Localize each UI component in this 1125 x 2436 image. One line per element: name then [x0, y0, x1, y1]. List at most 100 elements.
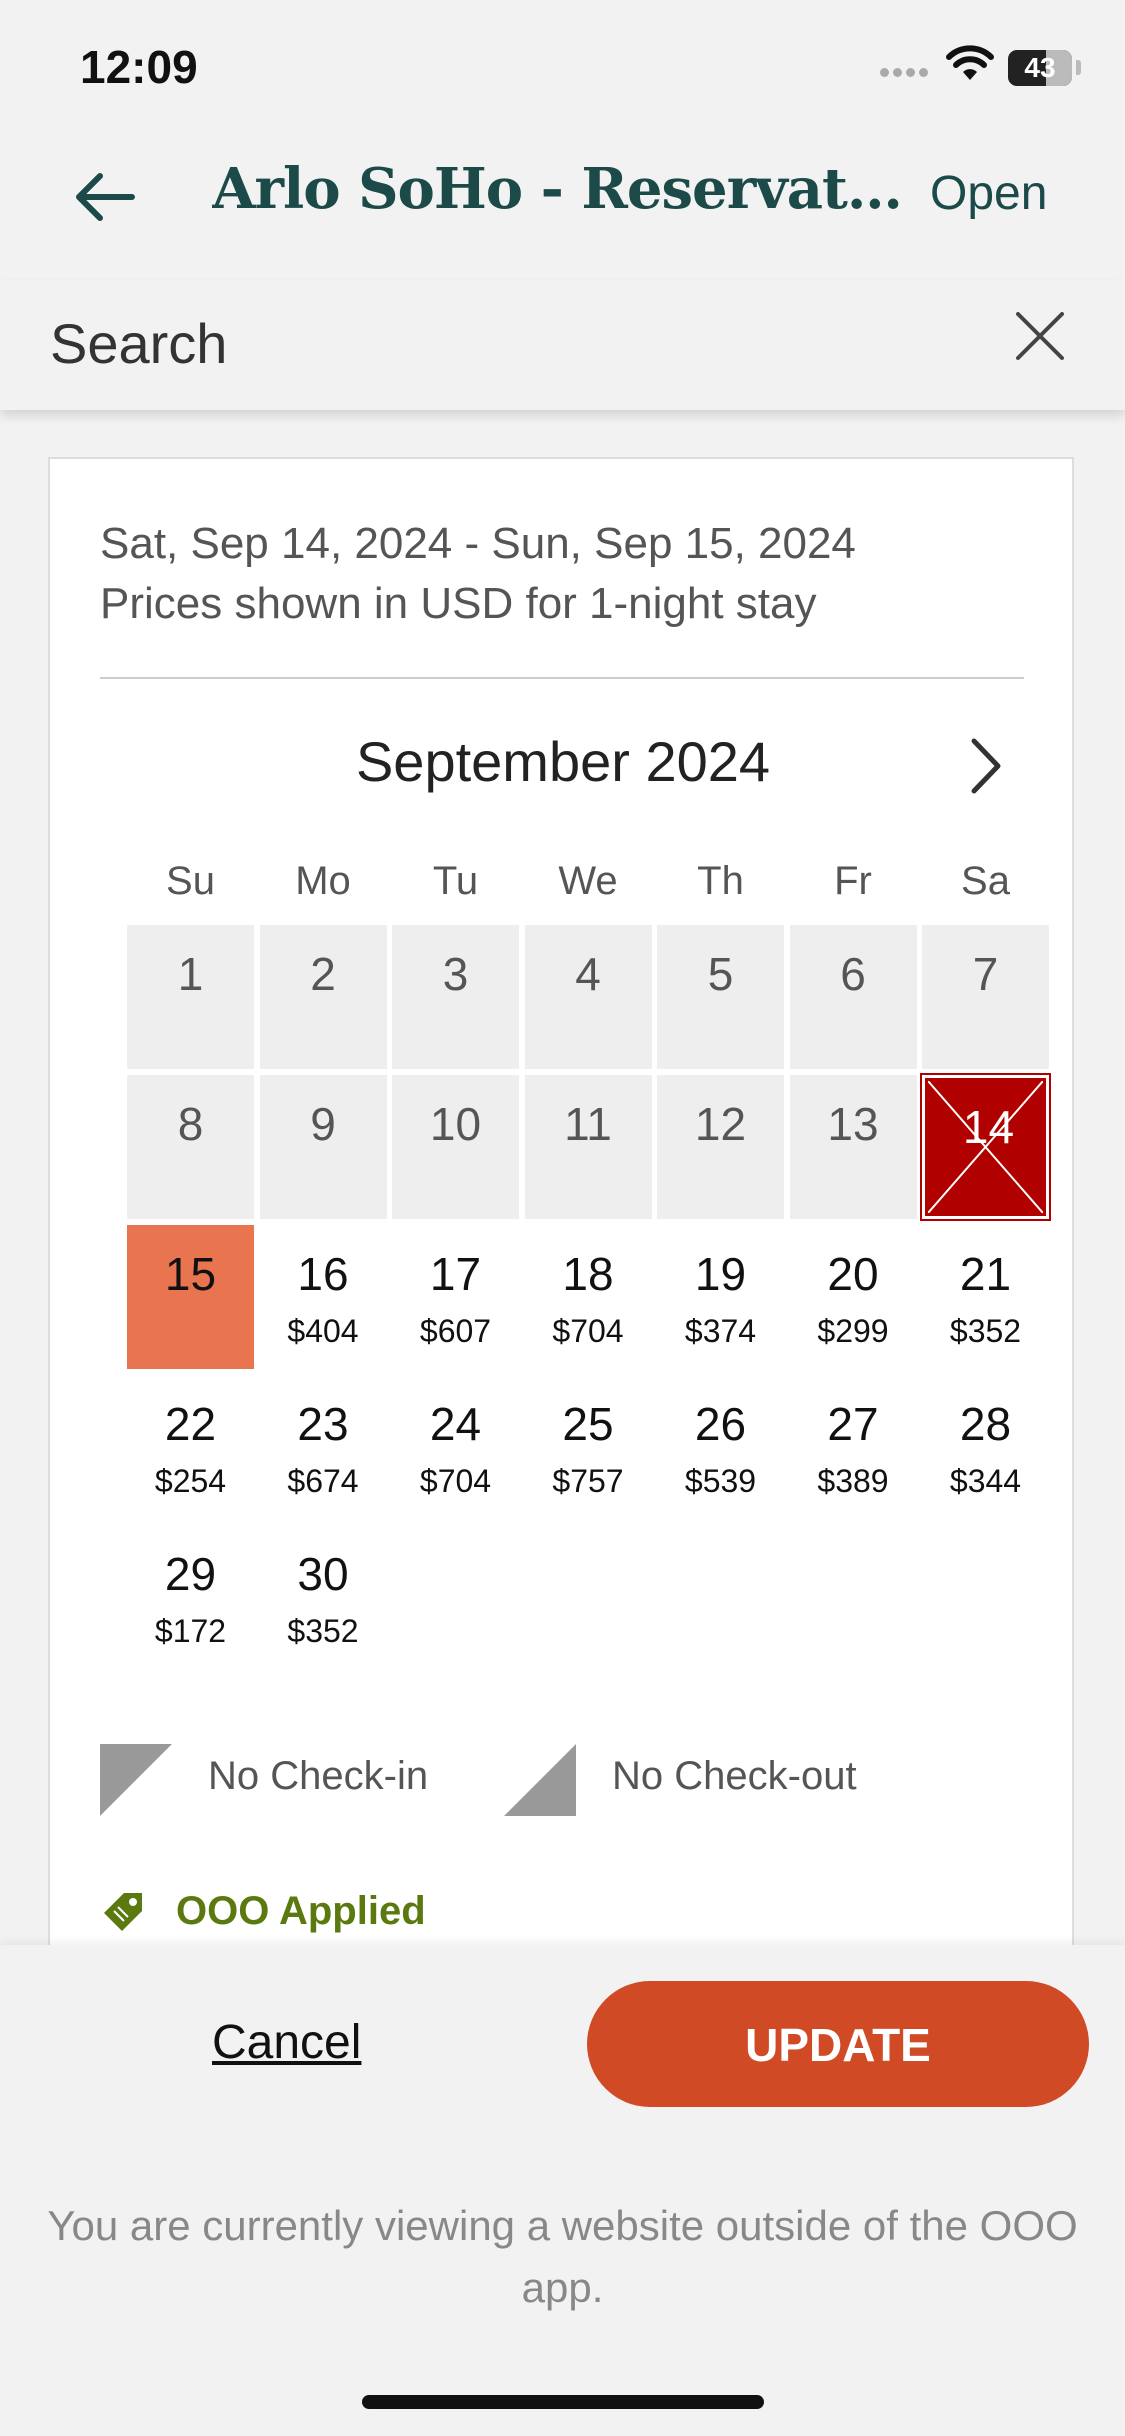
day-number: 4	[575, 948, 601, 1000]
calendar-day[interactable]: 18 $704	[525, 1225, 652, 1369]
day-number: 19	[694, 1248, 747, 1300]
day-number: 1	[177, 948, 204, 1000]
update-button[interactable]: UPDATE	[587, 1981, 1089, 2107]
day-price: $352	[949, 1313, 1022, 1349]
calendar-day[interactable]: 21 $352	[922, 1225, 1049, 1369]
date-range-text: Sat, Sep 14, 2024 - Sun, Sep 15, 2024	[100, 519, 856, 568]
calendar-day[interactable]: 14	[920, 1073, 1051, 1221]
day-number: 27	[827, 1398, 879, 1450]
day-price: $704	[552, 1313, 624, 1349]
tag-icon	[104, 1893, 142, 1931]
day-number: 18	[562, 1248, 614, 1300]
day-number: 20	[827, 1248, 879, 1300]
calendar-day: 4	[524, 925, 652, 1069]
calendar-day[interactable]: 19 $374	[657, 1225, 784, 1369]
day-number: 15	[164, 1248, 217, 1300]
price-note: Prices shown in USD for 1-night stay	[100, 579, 817, 628]
day-price: $757	[552, 1463, 624, 1499]
open-button[interactable]: Open	[930, 166, 1047, 221]
weekday-label: Fr	[834, 859, 872, 903]
day-price: $352	[287, 1613, 359, 1649]
day-price: $607	[419, 1313, 492, 1349]
day-number: 25	[562, 1398, 614, 1450]
calendar-day[interactable]: 26 $539	[657, 1375, 784, 1519]
battery-level: 43	[1024, 52, 1056, 83]
battery-nub	[1076, 60, 1081, 75]
calendar-day[interactable]: 30 $352	[260, 1525, 387, 1669]
day-number: 11	[564, 1098, 612, 1150]
day-price: $299	[817, 1313, 889, 1349]
weekday-label: Tu	[432, 859, 479, 903]
day-number: 10	[429, 1098, 482, 1150]
weekday-label: Mo	[295, 859, 351, 903]
day-number: 2	[310, 948, 336, 1000]
weekday-label: Th	[697, 859, 744, 903]
calendar-day[interactable]: 16 $404	[260, 1225, 387, 1369]
status-bar: 12:09 43	[0, 0, 1125, 130]
calendar-day[interactable]: 28 $344	[922, 1375, 1049, 1519]
weekday-label: Su	[166, 859, 215, 903]
search-input[interactable]	[48, 302, 952, 384]
calendar-day[interactable]: 27 $389	[790, 1375, 917, 1519]
calendar-day: 12	[657, 1075, 784, 1219]
calendar-day[interactable]: 23 $674	[260, 1375, 387, 1519]
day-price: $172	[154, 1613, 227, 1649]
day-number: 5	[707, 948, 734, 1000]
day-price: $374	[684, 1313, 757, 1349]
calendar-day: 3	[392, 925, 519, 1069]
day-price: $704	[419, 1463, 492, 1499]
day-number: 7	[972, 948, 999, 1000]
day-number: 30	[297, 1548, 349, 1600]
calendar-day[interactable]: 25 $757	[525, 1375, 652, 1519]
calendar-day: 2	[259, 925, 387, 1069]
day-price: $344	[949, 1463, 1022, 1499]
calendar-day: 13	[789, 1075, 917, 1219]
status-time: 12:09	[80, 41, 198, 93]
page-title: Arlo SoHo - Reservatio…	[212, 156, 922, 222]
close-icon[interactable]	[1010, 306, 1070, 366]
date-range-summary: Sat, Sep 14, 2024 - Sun, Sep 15, 2024 Pr…	[100, 514, 856, 634]
calendar-day[interactable]: 24 $704	[392, 1375, 519, 1519]
calendar-day: 11	[524, 1075, 652, 1219]
calendar-day[interactable]: 22 $254	[127, 1375, 254, 1519]
day-number: 8	[177, 1098, 204, 1150]
day-price: $254	[154, 1463, 227, 1499]
chevron-right-icon[interactable]	[960, 731, 1010, 801]
legend-no-checkin: No Check-in	[208, 1754, 429, 1798]
app-header: Arlo SoHo - Reservatio… Open	[0, 130, 1125, 265]
day-price: $389	[817, 1463, 889, 1499]
action-panel: Cancel UPDATE You are currently viewing …	[0, 1945, 1125, 2436]
no-checkin-icon	[100, 1744, 172, 1816]
day-price: $674	[287, 1463, 359, 1499]
calendar-day: 1	[127, 925, 254, 1069]
day-number: 9	[310, 1098, 336, 1150]
calendar-day[interactable]: 20 $299	[790, 1225, 917, 1369]
cellular-signal-icon	[880, 64, 932, 78]
calendar-day: 6	[789, 925, 917, 1069]
arrow-left-icon[interactable]	[70, 162, 140, 232]
calendar-day[interactable]: 15	[127, 1225, 254, 1369]
day-number: 29	[164, 1548, 217, 1600]
calendar-day[interactable]: 29 $172	[127, 1525, 254, 1669]
day-number: 24	[429, 1398, 482, 1450]
calendar-day: 8	[127, 1075, 254, 1219]
external-site-notice: You are currently viewing a website outs…	[47, 2202, 1078, 2311]
calendar-day: 7	[922, 925, 1049, 1069]
day-number: 21	[959, 1248, 1012, 1300]
day-number: 28	[959, 1398, 1012, 1450]
legend-no-checkout: No Check-out	[612, 1754, 857, 1798]
month-label: September 2024	[355, 730, 771, 793]
day-price: $404	[287, 1313, 359, 1349]
calendar-day[interactable]: 17 $607	[392, 1225, 519, 1369]
battery-icon: 43	[1008, 50, 1072, 86]
wifi-icon	[946, 45, 994, 80]
day-number: 3	[442, 948, 469, 1000]
search-bar	[0, 280, 1125, 410]
calendar-day: 9	[259, 1075, 387, 1219]
cancel-button[interactable]: Cancel	[212, 2015, 361, 2070]
day-number: 14	[962, 1101, 1015, 1153]
no-checkout-icon	[504, 1744, 576, 1816]
weekday-label: Sa	[961, 859, 1010, 903]
day-number: 23	[297, 1398, 349, 1450]
day-number: 17	[429, 1248, 482, 1300]
